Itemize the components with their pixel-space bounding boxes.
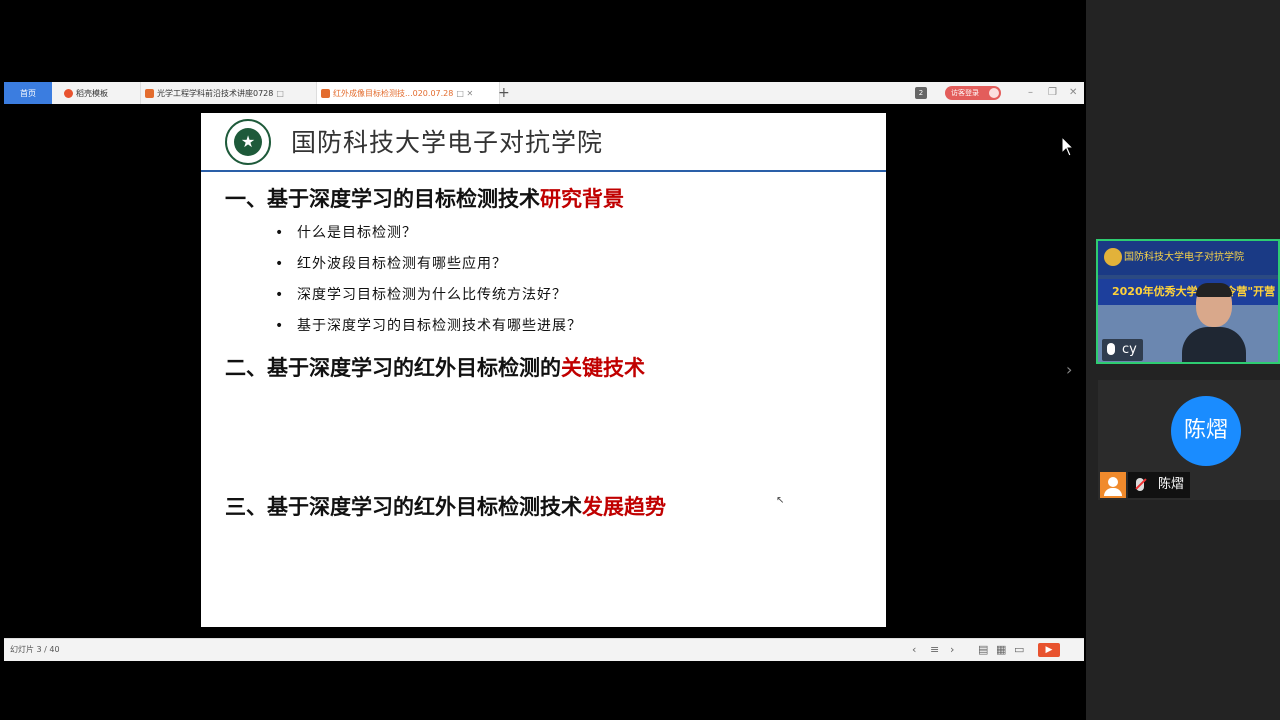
normal-view-icon[interactable]: ▤ bbox=[978, 639, 988, 661]
presentation-icon bbox=[145, 88, 154, 98]
restore-icon[interactable]: ❐ bbox=[1048, 82, 1057, 104]
video-banner-text: 国防科技大学电子对抗学院 bbox=[1124, 252, 1244, 263]
slide-counter: 幻灯片 3 / 40 bbox=[10, 645, 60, 654]
login-label: 访客登录 bbox=[951, 89, 979, 97]
login-button[interactable]: 访客登录 bbox=[945, 86, 1001, 100]
section-1-highlight: 研究背景 bbox=[540, 187, 624, 211]
speaker-name: cy bbox=[1122, 342, 1137, 357]
banner-emblem-icon bbox=[1104, 248, 1122, 266]
speaker-hair bbox=[1196, 283, 1232, 297]
slide: ★ 国防科技大学电子对抗学院 一、基于深度学习的目标检测技术研究背景 • 什么是目… bbox=[201, 113, 886, 627]
daoke-icon bbox=[64, 88, 73, 98]
browser-tab-bar: 首页 稻壳模板 光学工程学科前沿技术讲座0728 □ 红外成像目标检测技...02… bbox=[4, 82, 1084, 105]
bullet-item: • 深度学习目标检测为什么比传统方法好？ bbox=[275, 284, 567, 304]
bullet-text: 什么是目标检测？ bbox=[297, 225, 417, 241]
tab-home-label: 首页 bbox=[20, 88, 36, 98]
mouse-pointer-icon: ↖ bbox=[776, 495, 785, 506]
presentation-icon bbox=[321, 88, 330, 98]
tab-lecture-series-suffix: □ bbox=[276, 88, 284, 98]
play-slideshow-button[interactable]: ▶ bbox=[1038, 643, 1060, 657]
bullet-dot: • bbox=[275, 287, 285, 303]
bullet-dot: • bbox=[275, 318, 285, 334]
close-window-icon[interactable]: ✕ bbox=[1069, 82, 1077, 104]
bullet-item: • 什么是目标检测？ bbox=[275, 222, 417, 242]
section-2-text: 二、基于深度学习的红外目标检测的 bbox=[225, 356, 561, 380]
bullet-item: • 基于深度学习的目标检测技术有哪些进展？ bbox=[275, 315, 582, 335]
slide-header: ★ 国防科技大学电子对抗学院 bbox=[201, 113, 886, 172]
tab-infrared-detection[interactable]: 红外成像目标检测技...020.07.28 □ ✕ bbox=[316, 82, 500, 104]
tab-close-icon[interactable]: □ ✕ bbox=[456, 89, 473, 98]
shared-screen: 首页 稻壳模板 光学工程学科前沿技术讲座0728 □ 红外成像目标检测技...02… bbox=[4, 0, 1085, 720]
presentation-stage: ★ 国防科技大学电子对抗学院 一、基于深度学习的目标检测技术研究背景 • 什么是目… bbox=[4, 104, 1084, 638]
tab-home[interactable]: 首页 bbox=[4, 82, 52, 104]
participant-avatar: 陈熠 bbox=[1171, 396, 1241, 466]
bullet-text: 深度学习目标检测为什么比传统方法好？ bbox=[297, 287, 567, 303]
minimize-icon[interactable]: – bbox=[1028, 82, 1033, 104]
section-heading-3: 三、基于深度学习的红外目标检测技术发展趋势 bbox=[225, 491, 666, 521]
tab-infrared-detection-label: 红外成像目标检测技...020.07.28 bbox=[333, 88, 454, 98]
university-emblem-icon: ★ bbox=[225, 119, 271, 165]
speaker-video bbox=[1182, 283, 1246, 362]
video-banner: 国防科技大学电子对抗学院 bbox=[1098, 241, 1278, 275]
section-heading-1: 一、基于深度学习的目标检测技术研究背景 bbox=[225, 183, 624, 213]
tab-lecture-series-label: 光学工程学科前沿技术讲座0728 bbox=[157, 88, 274, 98]
participant-panel: › 国防科技大学电子对抗学院 2020年优秀大学生"夏令营"开营 cy 陈熠 陈… bbox=[1066, 0, 1280, 720]
tab-daoke[interactable]: 稻壳模板 bbox=[60, 82, 134, 104]
tab-daoke-label: 稻壳模板 bbox=[76, 88, 108, 98]
section-3-text: 三、基于深度学习的红外目标检测技术 bbox=[225, 495, 582, 519]
bullet-text: 红外波段目标检测有哪些应用？ bbox=[297, 256, 507, 272]
grid-view-icon[interactable]: ▦ bbox=[996, 639, 1006, 661]
new-tab-button[interactable]: + bbox=[498, 82, 510, 104]
school-name: 国防科技大学电子对抗学院 bbox=[291, 128, 604, 157]
reading-view-icon[interactable]: ▭ bbox=[1014, 639, 1024, 661]
menu-icon[interactable]: ≡ bbox=[930, 639, 939, 661]
microphone-icon bbox=[1107, 343, 1115, 355]
emblem-star: ★ bbox=[234, 128, 262, 156]
section-2-highlight: 关键技术 bbox=[561, 356, 645, 380]
expand-panel-icon[interactable]: › bbox=[1066, 360, 1072, 379]
section-1-text: 一、基于深度学习的目标检测技术 bbox=[225, 187, 540, 211]
next-slide-icon[interactable]: › bbox=[950, 639, 954, 661]
participant-tile[interactable]: 陈熠 陈熠 bbox=[1098, 380, 1280, 500]
tab-lecture-series[interactable]: 光学工程学科前沿技术讲座0728 □ bbox=[140, 82, 317, 104]
bullet-dot: • bbox=[275, 256, 285, 272]
bullet-text: 基于深度学习的目标检测技术有哪些进展？ bbox=[297, 318, 582, 334]
window-count-badge[interactable]: 2 bbox=[915, 87, 927, 99]
section-3-highlight: 发展趋势 bbox=[582, 495, 666, 519]
status-bar: 幻灯片 3 / 40 ‹ ≡ › ▤ ▦ ▭ ▶ bbox=[4, 638, 1084, 661]
bullet-item: • 红外波段目标检测有哪些应用？ bbox=[275, 253, 507, 273]
speaker-name-tag: cy bbox=[1102, 339, 1143, 361]
bullet-dot: • bbox=[275, 225, 285, 241]
video-tile-speaker[interactable]: 国防科技大学电子对抗学院 2020年优秀大学生"夏令营"开营 cy bbox=[1096, 239, 1280, 364]
section-heading-2: 二、基于深度学习的红外目标检测的关键技术 bbox=[225, 352, 645, 382]
prev-slide-icon[interactable]: ‹ bbox=[912, 639, 916, 661]
participant-name: 陈熠 bbox=[1158, 477, 1185, 492]
participant-name-tag: 陈熠 bbox=[1128, 472, 1191, 498]
user-avatar-icon bbox=[989, 88, 999, 98]
user-icon bbox=[1100, 472, 1126, 498]
speaker-body bbox=[1182, 327, 1246, 362]
mouse-cursor-icon bbox=[1061, 136, 1075, 157]
